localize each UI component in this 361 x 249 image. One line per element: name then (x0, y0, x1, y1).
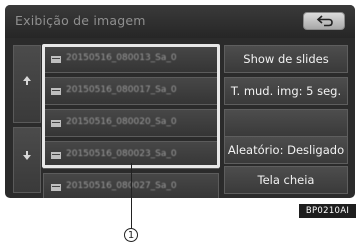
header-bar: Exibição de imagem (5, 5, 355, 38)
random-toggle-button[interactable]: Aleatório: Desligado (224, 136, 348, 164)
image-display-screen: Exibição de imagem 20150516_080013_Sa_0 … (5, 5, 355, 198)
arrow-up-icon (23, 76, 31, 85)
list-highlight-frame (42, 44, 220, 168)
return-arrow-icon (316, 15, 333, 27)
scroll-up-button[interactable] (13, 45, 41, 123)
scroll-down-button[interactable] (13, 127, 41, 193)
back-button[interactable] (303, 12, 345, 30)
arrow-down-icon (23, 151, 31, 160)
callout-number: 1 (124, 228, 138, 242)
slideshow-button[interactable]: Show de slides (224, 45, 348, 73)
page-title: Exibição de imagem (15, 13, 146, 28)
image-file-icon (51, 184, 61, 191)
fullscreen-button[interactable]: Tela cheia (224, 166, 348, 194)
file-name: 20150516_080027_Sa_0 (66, 181, 177, 191)
callout-line (131, 163, 132, 229)
figure-code: BP0210AI (299, 204, 356, 218)
change-time-button[interactable]: T. mud. img: 5 seg. (224, 77, 348, 105)
empty-menu-slot (224, 109, 348, 137)
